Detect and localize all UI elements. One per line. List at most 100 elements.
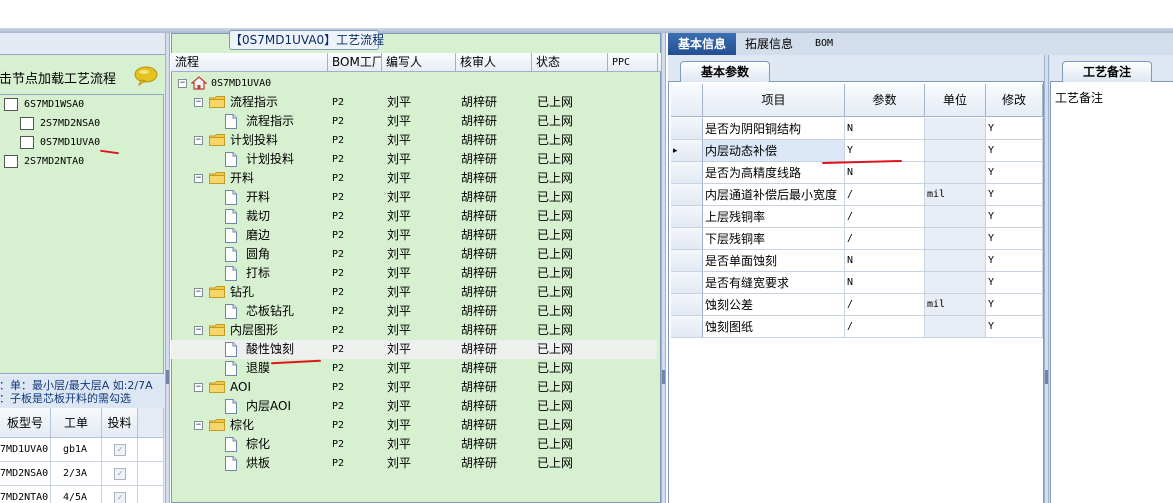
- param-header-edit[interactable]: 修改: [986, 84, 1043, 117]
- tab-bom[interactable]: BOM: [802, 33, 846, 55]
- tree-group-row[interactable]: − 计划投料 P2 刘平 胡梓研 已上网: [171, 131, 657, 150]
- node-checkbox[interactable]: [20, 136, 34, 149]
- param-item[interactable]: 上层残铜率: [703, 206, 845, 228]
- param-item[interactable]: 是否单面蚀刻: [703, 250, 845, 272]
- tab-extended-info[interactable]: 拓展信息: [738, 33, 800, 55]
- col-author[interactable]: 编写人: [382, 53, 456, 72]
- tree-step-row[interactable]: 磨边 P2 刘平 胡梓研 已上网: [171, 226, 657, 245]
- tree-step-row[interactable]: 烘板 P2 刘平 胡梓研 已上网: [171, 454, 657, 473]
- tree-step-row[interactable]: 圆角 P2 刘平 胡梓研 已上网: [171, 245, 657, 264]
- param-row[interactable]: 蚀刻图纸 / Y: [669, 316, 1043, 338]
- param-row[interactable]: 上层残铜率 / Y: [669, 206, 1043, 228]
- param-edit[interactable]: Y: [986, 118, 1043, 140]
- grid-cell-order[interactable]: gb1A: [51, 438, 102, 462]
- grid-cell-model[interactable]: 0S7MD1UVA0: [0, 438, 51, 462]
- tree-step-row[interactable]: 打标 P2 刘平 胡梓研 已上网: [171, 264, 657, 283]
- param-edit[interactable]: Y: [986, 206, 1043, 228]
- param-row[interactable]: 蚀刻公差 / mil Y: [669, 294, 1043, 316]
- collapse-icon[interactable]: −: [194, 174, 203, 183]
- param-row[interactable]: ▸ 内层动态补偿 Y Y: [669, 140, 1043, 162]
- param-value[interactable]: N: [845, 162, 925, 184]
- param-item[interactable]: 是否为阴阳铜结构: [703, 118, 845, 140]
- param-item[interactable]: 是否有缝宽要求: [703, 272, 845, 294]
- tree-group-row[interactable]: − 钻孔 P2 刘平 胡梓研 已上网: [171, 283, 657, 302]
- param-value[interactable]: /: [845, 316, 925, 338]
- tree-step-row[interactable]: 计划投料 P2 刘平 胡梓研 已上网: [171, 150, 657, 169]
- param-edit[interactable]: Y: [986, 316, 1043, 338]
- grid-cell-order[interactable]: 2/3A: [51, 462, 102, 486]
- param-edit[interactable]: Y: [986, 162, 1043, 184]
- tab-basic-info[interactable]: 基本信息: [668, 33, 736, 55]
- tree-step-row[interactable]: 芯板钻孔 P2 刘平 胡梓研 已上网: [171, 302, 657, 321]
- param-item[interactable]: 内层动态补偿: [703, 140, 845, 162]
- param-edit[interactable]: Y: [986, 294, 1043, 316]
- param-header-value[interactable]: 参数: [845, 84, 925, 117]
- param-row[interactable]: 是否有缝宽要求 N Y: [669, 272, 1043, 294]
- grid-header-feed[interactable]: 投料: [102, 408, 138, 438]
- feed-checkbox[interactable]: ✓: [114, 468, 126, 480]
- param-row[interactable]: 是否单面蚀刻 N Y: [669, 250, 1043, 272]
- left-splitter[interactable]: [165, 33, 170, 503]
- board-tree-item[interactable]: 0S7MD1UVA0: [20, 134, 140, 152]
- grid-cell-model[interactable]: 2S7MD2NSA0: [0, 462, 51, 486]
- feed-checkbox[interactable]: ✓: [114, 444, 126, 456]
- grid-cell-order[interactable]: 4/5A: [51, 486, 102, 503]
- param-item[interactable]: 下层残铜率: [703, 228, 845, 250]
- param-value[interactable]: N: [845, 272, 925, 294]
- param-edit[interactable]: Y: [986, 272, 1043, 294]
- collapse-icon[interactable]: −: [194, 421, 203, 430]
- tree-step-row[interactable]: 退膜 P2 刘平 胡梓研 已上网: [171, 359, 657, 378]
- collapse-icon[interactable]: −: [194, 98, 203, 107]
- param-edit[interactable]: Y: [986, 228, 1043, 250]
- collapse-icon[interactable]: −: [194, 136, 203, 145]
- param-row[interactable]: 是否为阴阳铜结构 N Y: [669, 118, 1043, 140]
- param-row[interactable]: 是否为高精度线路 N Y: [669, 162, 1043, 184]
- tree-step-row[interactable]: 酸性蚀刻 P2 刘平 胡梓研 已上网: [171, 340, 657, 359]
- param-value[interactable]: /: [845, 228, 925, 250]
- param-value[interactable]: /: [845, 206, 925, 228]
- tree-step-row[interactable]: 开料 P2 刘平 胡梓研 已上网: [171, 188, 657, 207]
- param-edit[interactable]: Y: [986, 250, 1043, 272]
- param-row[interactable]: 内层通道补偿后最小宽度 / mil Y: [669, 184, 1043, 206]
- splitter-arrow-left[interactable]: [166, 370, 169, 384]
- tree-group-row[interactable]: − 内层图形 P2 刘平 胡梓研 已上网: [171, 321, 657, 340]
- collapse-icon[interactable]: −: [194, 326, 203, 335]
- col-reviewer[interactable]: 核审人: [456, 53, 532, 72]
- grid-header-order[interactable]: 工单: [51, 408, 102, 438]
- param-value[interactable]: N: [845, 250, 925, 272]
- feed-checkbox[interactable]: ✓: [114, 492, 126, 503]
- param-value[interactable]: Y: [845, 140, 925, 162]
- col-flow[interactable]: 流程: [171, 53, 328, 72]
- subtab-basic-params[interactable]: 基本参数: [680, 61, 770, 82]
- tree-step-row[interactable]: 内层AOI P2 刘平 胡梓研 已上网: [171, 397, 657, 416]
- col-ppc[interactable]: PPC: [608, 53, 658, 72]
- collapse-icon[interactable]: −: [178, 79, 187, 88]
- param-edit[interactable]: Y: [986, 140, 1043, 162]
- tree-root[interactable]: − 0S7MD1UVA0: [171, 74, 657, 93]
- param-item[interactable]: 蚀刻公差: [703, 294, 845, 316]
- collapse-icon[interactable]: −: [194, 288, 203, 297]
- board-tree-item[interactable]: 2S7MD2NTA0: [4, 153, 140, 171]
- param-value[interactable]: N: [845, 118, 925, 140]
- tree-step-row[interactable]: 棕化 P2 刘平 胡梓研 已上网: [171, 435, 657, 454]
- splitter-arrow-center[interactable]: [662, 370, 665, 384]
- tree-step-row[interactable]: 流程指示 P2 刘平 胡梓研 已上网: [171, 112, 657, 131]
- param-item[interactable]: 蚀刻图纸: [703, 316, 845, 338]
- param-item[interactable]: 内层通道补偿后最小宽度: [703, 184, 845, 206]
- node-checkbox[interactable]: [20, 117, 34, 130]
- board-tree-item[interactable]: 6S7MD1WSA0: [4, 96, 140, 114]
- collapse-icon[interactable]: −: [194, 383, 203, 392]
- node-checkbox[interactable]: [4, 155, 18, 168]
- param-header-unit[interactable]: 单位: [925, 84, 986, 117]
- tree-group-row[interactable]: − 棕化 P2 刘平 胡梓研 已上网: [171, 416, 657, 435]
- param-edit[interactable]: Y: [986, 184, 1043, 206]
- col-bom-factory[interactable]: BOM工厂: [328, 53, 382, 72]
- col-status[interactable]: 状态: [532, 53, 608, 72]
- center-splitter[interactable]: [661, 33, 666, 503]
- grid-cell-model[interactable]: 2S7MD2NTA0: [0, 486, 51, 503]
- subtab-process-remark[interactable]: 工艺备注: [1062, 61, 1152, 82]
- param-header-item[interactable]: 项目: [703, 84, 845, 117]
- param-row[interactable]: 下层残铜率 / Y: [669, 228, 1043, 250]
- tree-step-row[interactable]: 裁切 P2 刘平 胡梓研 已上网: [171, 207, 657, 226]
- right-splitter[interactable]: [1044, 55, 1049, 503]
